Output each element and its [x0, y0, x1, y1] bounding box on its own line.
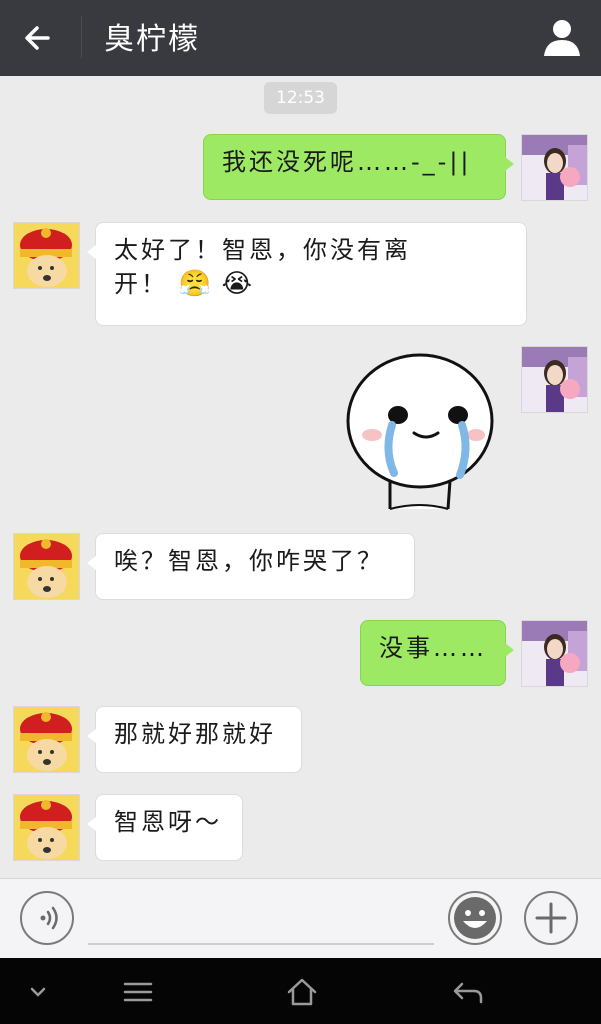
cartoon-king-avatar-image — [14, 795, 79, 860]
message-text: 没事…… — [379, 634, 487, 662]
girl-avatar-image — [522, 135, 587, 200]
chat-area[interactable]: 12:53 我还没死呢……-_-|| 太好了！智恩，你没有离 开！ 😤 😭 唉？… — [0, 76, 601, 878]
my-avatar[interactable] — [521, 134, 588, 201]
back-button[interactable] — [18, 16, 62, 60]
voice-button[interactable] — [20, 891, 74, 945]
friend-avatar[interactable] — [13, 706, 80, 773]
my-avatar[interactable] — [521, 620, 588, 687]
cartoon-king-avatar-image — [14, 223, 79, 288]
received-message-bubble[interactable]: 太好了！智恩，你没有离 开！ 😤 😭 — [87, 222, 527, 326]
chat-title: 臭柠檬 — [104, 22, 200, 57]
received-message-bubble[interactable]: 唉？智恩，你咋哭了？ — [87, 533, 415, 600]
person-icon — [544, 20, 580, 56]
input-bar — [0, 878, 601, 958]
plus-icon — [535, 902, 567, 934]
system-back-button[interactable] — [448, 972, 488, 1012]
message-text: 我还没死呢……-_-|| — [222, 148, 472, 176]
emoji-button[interactable] — [448, 891, 502, 945]
menu-button[interactable] — [118, 972, 158, 1012]
sent-message-bubble[interactable]: 我还没死呢……-_-|| — [203, 134, 514, 200]
chevron-down-icon — [30, 987, 46, 997]
friend-avatar[interactable] — [13, 222, 80, 289]
message-text-line1: 太好了！智恩，你没有离 — [114, 236, 411, 264]
friend-avatar[interactable] — [13, 794, 80, 861]
girl-avatar-image — [522, 621, 587, 686]
received-message-bubble[interactable]: 智恩呀～ — [87, 794, 243, 861]
cartoon-king-avatar-image — [14, 534, 79, 599]
friend-avatar[interactable] — [13, 533, 80, 600]
system-navigation-bar — [0, 958, 601, 1024]
home-button[interactable] — [282, 972, 322, 1012]
home-icon — [287, 978, 317, 1006]
message-input[interactable] — [88, 943, 434, 945]
cartoon-king-avatar-image — [14, 707, 79, 772]
hide-keyboard-button[interactable] — [18, 972, 58, 1012]
voice-icon — [40, 906, 58, 930]
sent-message-bubble[interactable]: 没事…… — [360, 620, 514, 686]
profile-button[interactable] — [540, 16, 584, 60]
title-bar: 臭柠檬 — [0, 0, 601, 76]
smiley-icon — [454, 897, 496, 939]
crying-face-sticker[interactable] — [340, 351, 500, 511]
timestamp-badge: 12:53 — [264, 82, 337, 114]
message-text-line2: 开！ — [114, 270, 168, 298]
message-text: 那就好那就好 — [114, 720, 276, 748]
message-text: 智恩呀～ — [114, 808, 222, 836]
more-button[interactable] — [524, 891, 578, 945]
arrow-left-icon — [25, 26, 50, 50]
received-message-bubble[interactable]: 那就好那就好 — [87, 706, 302, 773]
message-text: 唉？智恩，你咋哭了？ — [114, 547, 384, 575]
girl-avatar-image — [522, 347, 587, 412]
back-icon — [453, 982, 483, 1004]
header-divider — [81, 16, 82, 58]
menu-icon — [123, 982, 153, 1002]
crying-face-sticker-image — [346, 353, 494, 510]
crying-emoji-icon: 😭 — [221, 269, 253, 299]
angry-emoji-icon: 😤 — [178, 269, 212, 299]
my-avatar[interactable] — [521, 346, 588, 413]
